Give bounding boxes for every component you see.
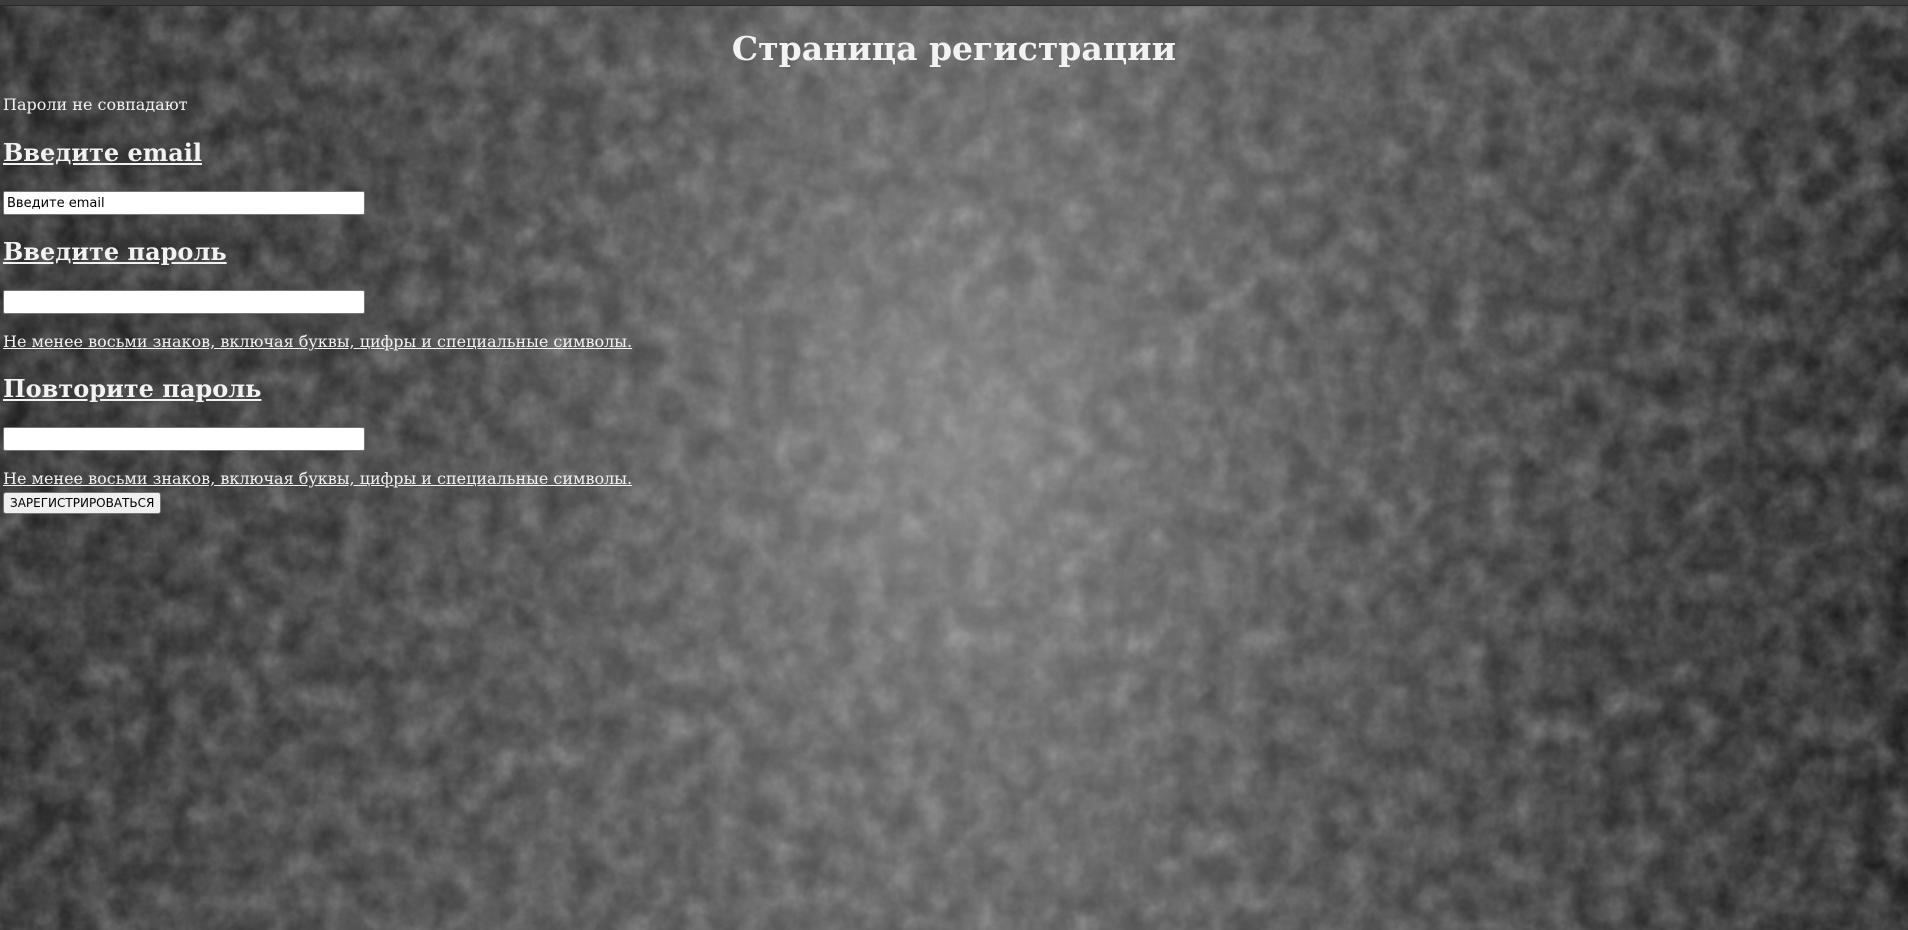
email-input[interactable] xyxy=(3,191,365,215)
password-hint: Не менее восьми знаков, включая буквы, ц… xyxy=(3,332,633,351)
page-title: Страница регистрации xyxy=(731,29,1177,68)
background-texture xyxy=(0,0,1908,930)
repeat-password-heading: Повторите пароль xyxy=(3,374,262,403)
window-top-edge xyxy=(0,0,1908,6)
password-input[interactable] xyxy=(3,290,365,314)
repeat-password-hint: Не менее восьми знаков, включая буквы, ц… xyxy=(3,469,633,488)
repeat-password-input[interactable] xyxy=(3,427,365,451)
email-heading: Введите email xyxy=(3,138,202,167)
password-mismatch-error: Пароли не совпадают xyxy=(3,95,188,114)
register-button[interactable]: ЗАРЕГИСТРИРОВАТЬСЯ xyxy=(3,492,162,514)
password-heading: Введите пароль xyxy=(3,237,227,266)
